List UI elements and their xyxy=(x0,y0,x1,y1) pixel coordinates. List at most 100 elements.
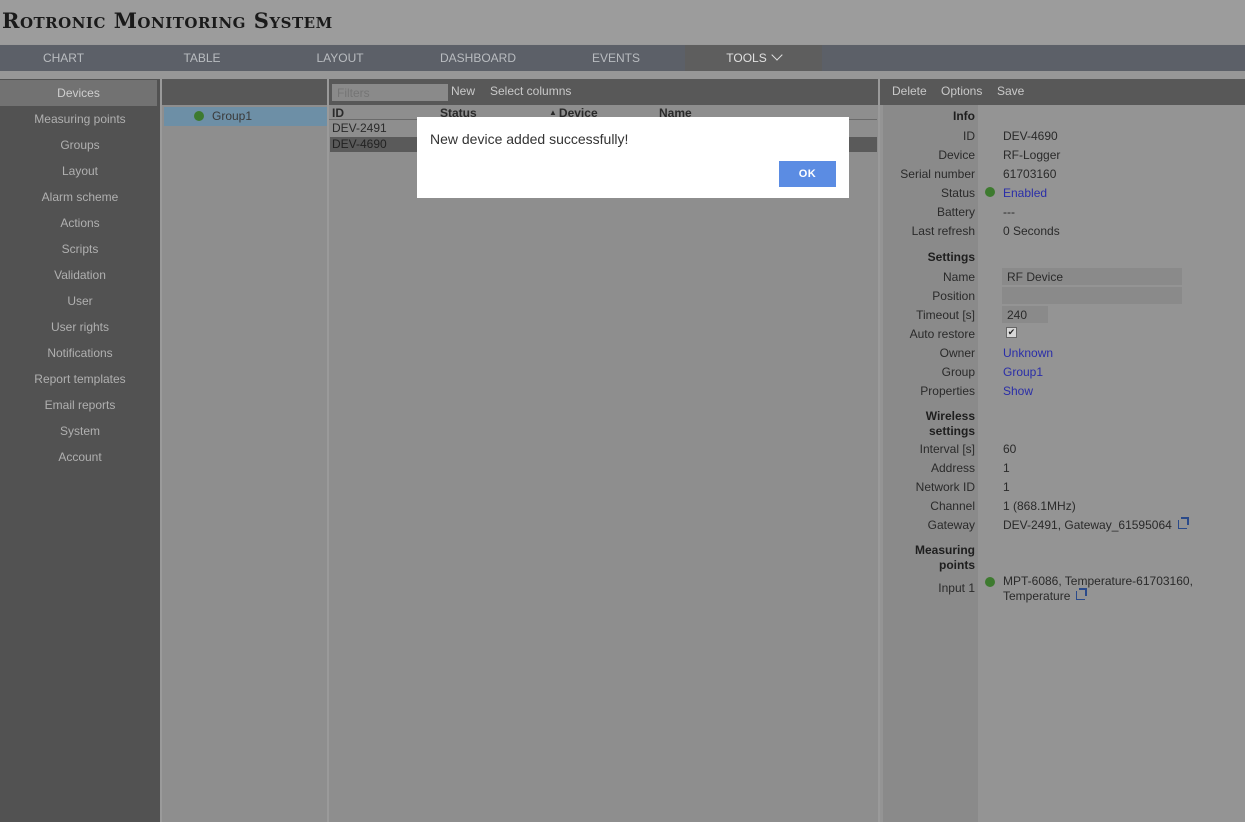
detail-toolbar: Delete Options Save xyxy=(880,79,1245,105)
gateway-text: DEV-2491, Gateway_61595064 xyxy=(1003,518,1172,532)
group-link[interactable]: Group1 xyxy=(1003,365,1043,379)
delete-button[interactable]: Delete xyxy=(892,84,927,98)
success-dialog: New device added successfully! OK xyxy=(417,117,849,198)
last-refresh-label: Last refresh xyxy=(911,224,975,238)
list-toolbar: New Select columns xyxy=(329,79,878,105)
sidebar-item-report-templates[interactable]: Report templates xyxy=(0,366,160,392)
filter-input[interactable] xyxy=(332,84,448,101)
device-details-pane: Delete Options Save Info ID DEV-4690 Dev… xyxy=(880,79,1245,822)
owner-label: Owner xyxy=(939,346,975,360)
input-1-line1: MPT-6086, Temperature-61703160, xyxy=(1003,574,1193,588)
device-value: RF-Logger xyxy=(1003,148,1061,162)
input-status-dot-icon xyxy=(985,577,995,587)
section-wireless-line2: settings xyxy=(928,424,975,438)
position-label: Position xyxy=(932,289,975,303)
timeout-label: Timeout [s] xyxy=(916,308,975,322)
sidebar-item-groups[interactable]: Groups xyxy=(0,132,160,158)
group-item-label: Group1 xyxy=(212,109,253,123)
sidebar: Devices Measuring points Groups Layout A… xyxy=(0,79,160,822)
status-label: Status xyxy=(940,186,975,200)
interval-label: Interval [s] xyxy=(919,442,975,456)
properties-label: Properties xyxy=(920,384,975,398)
section-settings: Settings xyxy=(927,250,975,264)
tab-tools[interactable]: TOOLS xyxy=(685,45,822,71)
app-header: Rotronic Monitoring System xyxy=(0,0,1245,44)
tab-dashboard[interactable]: DASHBOARD xyxy=(413,45,543,71)
tab-events[interactable]: EVENTS xyxy=(551,45,681,71)
sidebar-item-scripts[interactable]: Scripts xyxy=(0,236,160,262)
groups-header xyxy=(162,79,327,105)
sidebar-item-user[interactable]: User xyxy=(0,288,160,314)
properties-show-link[interactable]: Show xyxy=(1003,384,1033,398)
sidebar-item-devices[interactable]: Devices xyxy=(0,80,157,106)
section-wireless-settings: Wireless settings xyxy=(926,409,975,439)
sidebar-item-layout[interactable]: Layout xyxy=(0,158,160,184)
address-label: Address xyxy=(930,461,975,475)
serial-value: 61703160 xyxy=(1003,167,1057,181)
sort-arrow-icon: ▲ xyxy=(549,108,557,117)
column-header-id[interactable]: ID xyxy=(332,106,344,120)
save-button[interactable]: Save xyxy=(997,84,1024,98)
sidebar-item-actions[interactable]: Actions xyxy=(0,210,160,236)
nav-divider xyxy=(0,71,1245,79)
status-value[interactable]: Enabled xyxy=(1003,186,1047,200)
external-link-icon[interactable] xyxy=(1076,588,1088,600)
sidebar-item-measuring-points[interactable]: Measuring points xyxy=(0,106,160,132)
device-label: Device xyxy=(938,148,975,162)
section-measuring-points: Measuring points xyxy=(915,543,975,573)
tab-tools-label: TOOLS xyxy=(726,51,767,65)
tab-chart[interactable]: CHART xyxy=(0,45,127,71)
position-field[interactable] xyxy=(1002,287,1182,304)
sidebar-item-account[interactable]: Account xyxy=(0,444,160,470)
last-refresh-value: 0 Seconds xyxy=(1003,224,1060,238)
name-field[interactable] xyxy=(1002,268,1182,285)
group-item[interactable]: Group1 xyxy=(164,107,327,126)
new-button[interactable]: New xyxy=(451,84,475,98)
row-id: DEV-4690 xyxy=(332,137,387,151)
top-nav: CHART TABLE LAYOUT DASHBOARD EVENTS TOOL… xyxy=(0,45,1245,71)
battery-value: --- xyxy=(1003,205,1015,219)
chevron-down-icon xyxy=(771,49,783,61)
section-measuring-line1: Measuring xyxy=(914,543,975,557)
sidebar-item-alarm-scheme[interactable]: Alarm scheme xyxy=(0,184,160,210)
timeout-field[interactable] xyxy=(1002,306,1048,323)
network-id-value: 1 xyxy=(1003,480,1010,494)
sidebar-item-validation[interactable]: Validation xyxy=(0,262,160,288)
external-link-icon[interactable] xyxy=(1177,517,1189,529)
input-1-line2-wrap: Temperature xyxy=(1003,588,1088,603)
select-columns-button[interactable]: Select columns xyxy=(490,84,571,98)
interval-value: 60 xyxy=(1003,442,1017,456)
auto-restore-label: Auto restore xyxy=(909,327,975,341)
battery-label: Battery xyxy=(936,205,975,219)
sidebar-item-system[interactable]: System xyxy=(0,418,160,444)
name-label: Name xyxy=(942,270,975,284)
address-value: 1 xyxy=(1003,461,1010,475)
id-value: DEV-4690 xyxy=(1003,129,1058,143)
section-info: Info xyxy=(953,109,975,123)
network-id-label: Network ID xyxy=(915,480,975,494)
auto-restore-checkbox[interactable]: ✔ xyxy=(1006,327,1017,338)
ok-button[interactable]: OK xyxy=(779,161,836,187)
app-title: Rotronic Monitoring System xyxy=(2,8,333,33)
status-dot-icon xyxy=(194,111,204,121)
section-measuring-line2: points xyxy=(939,558,975,572)
sidebar-item-notifications[interactable]: Notifications xyxy=(0,340,160,366)
gateway-value: DEV-2491, Gateway_61595064 xyxy=(1003,517,1189,532)
groups-pane: Group1 xyxy=(162,79,327,822)
channel-value: 1 (868.1MHz) xyxy=(1003,499,1076,513)
gateway-label: Gateway xyxy=(927,518,975,532)
channel-label: Channel xyxy=(930,499,975,513)
input-1-line2: Temperature xyxy=(1003,589,1071,603)
section-wireless-line1: Wireless xyxy=(925,409,975,423)
options-button[interactable]: Options xyxy=(941,84,982,98)
row-id: DEV-2491 xyxy=(332,121,387,135)
sidebar-item-email-reports[interactable]: Email reports xyxy=(0,392,160,418)
dialog-message: New device added successfully! xyxy=(430,131,629,147)
tab-layout[interactable]: LAYOUT xyxy=(275,45,405,71)
tab-table[interactable]: TABLE xyxy=(137,45,267,71)
serial-label: Serial number xyxy=(900,167,975,181)
sidebar-item-user-rights[interactable]: User rights xyxy=(0,314,160,340)
owner-link[interactable]: Unknown xyxy=(1003,346,1053,360)
id-label: ID xyxy=(963,129,975,143)
input-1-label: Input 1 xyxy=(938,581,975,595)
